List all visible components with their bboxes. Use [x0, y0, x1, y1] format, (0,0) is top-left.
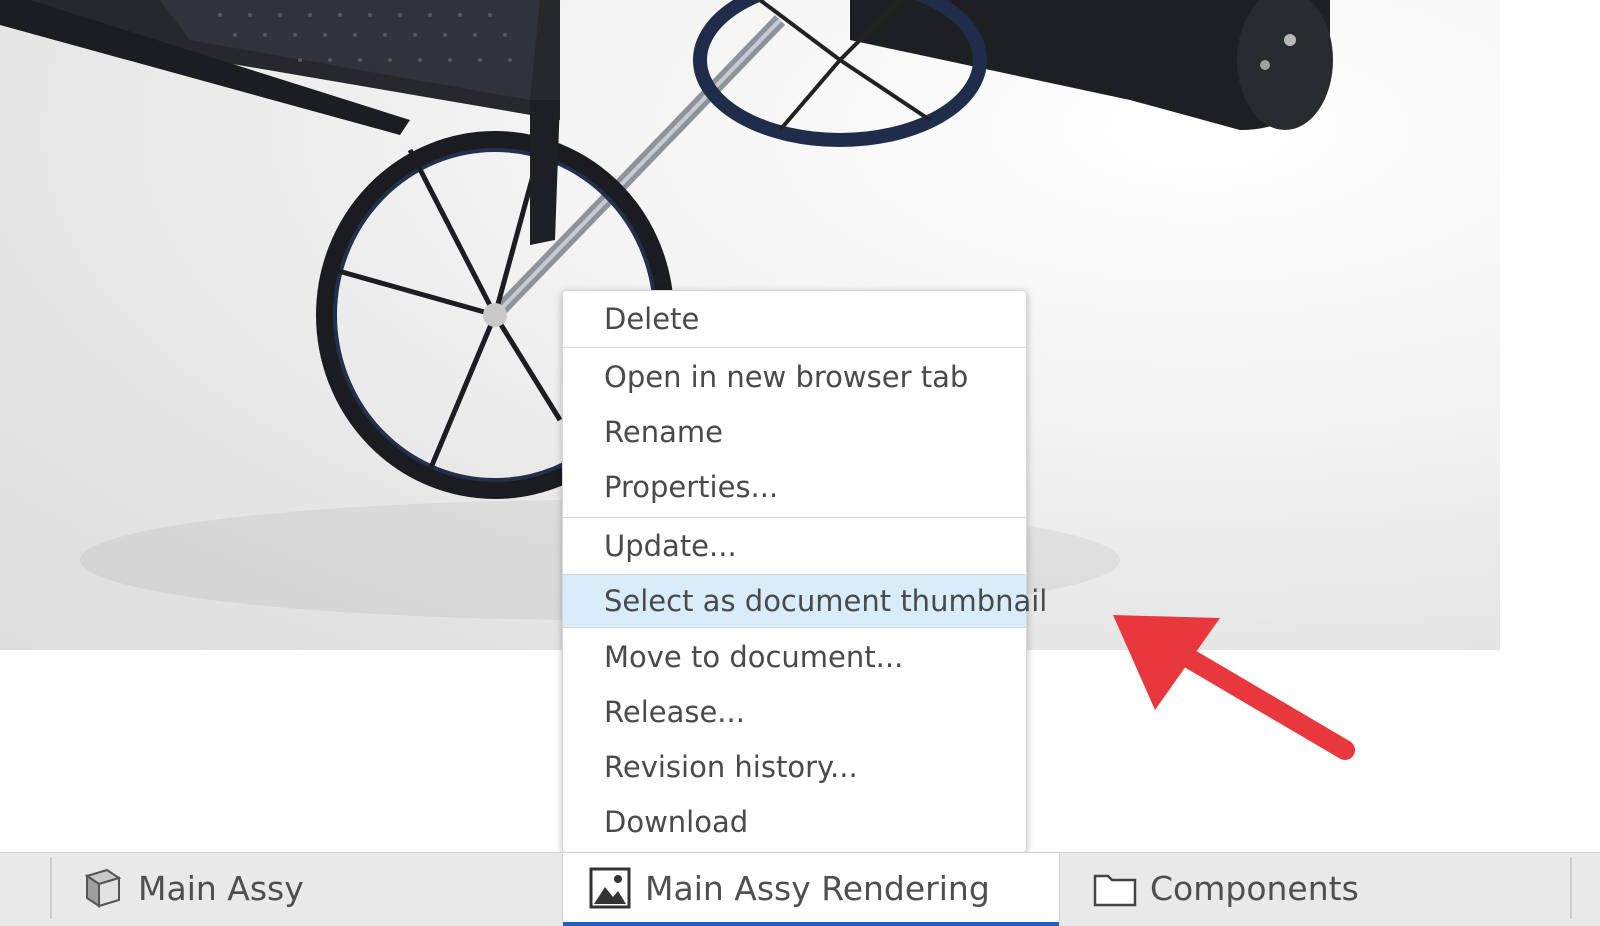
menu-item-properties[interactable]: Properties...	[563, 460, 1026, 515]
document-tab-bar: Main Assy Main Assy Rendering Components	[0, 852, 1600, 926]
folder-icon	[1092, 865, 1138, 911]
menu-group-thumbnail: Select as document thumbnail	[563, 575, 1047, 628]
menu-item-revision-history[interactable]: Revision history...	[563, 740, 1026, 795]
tab-main-assy-rendering[interactable]: Main Assy Rendering	[562, 853, 1060, 926]
menu-group-delete: Delete	[563, 291, 1026, 348]
menu-item-move-to-document[interactable]: Move to document...	[563, 630, 1026, 685]
tab-main-assy-label: Main Assy	[138, 868, 304, 908]
viewport: Delete Open in new browser tab Rename Pr…	[0, 0, 1600, 926]
menu-item-update[interactable]: Update...	[563, 520, 1026, 572]
tab-main-assy[interactable]: Main Assy	[80, 853, 550, 923]
menu-item-rename[interactable]: Rename	[563, 405, 1026, 460]
menu-item-select-as-document-thumbnail[interactable]: Select as document thumbnail	[563, 575, 1047, 627]
tab-main-assy-rendering-label: Main Assy Rendering	[645, 868, 990, 908]
menu-item-delete[interactable]: Delete	[563, 293, 1026, 345]
menu-item-download[interactable]: Download	[563, 795, 1026, 850]
menu-group-open: Open in new browser tab Rename Propertie…	[563, 348, 1026, 518]
menu-item-open-in-new-browser-tab[interactable]: Open in new browser tab	[563, 350, 1026, 405]
tab-components-label: Components	[1150, 868, 1359, 908]
part-studio-cube-icon	[80, 865, 126, 911]
tab-context-menu: Delete Open in new browser tab Rename Pr…	[562, 290, 1047, 853]
tab-components[interactable]: Components	[1092, 853, 1552, 923]
menu-group-update: Update...	[563, 518, 1026, 575]
image-icon	[587, 865, 633, 911]
tab-separator	[50, 857, 52, 919]
tab-separator	[1570, 857, 1572, 919]
annotation-arrow-icon	[1113, 615, 1355, 760]
menu-group-document: Move to document... Release... Revision …	[563, 628, 1026, 852]
menu-item-release[interactable]: Release...	[563, 685, 1026, 740]
right-margin	[1500, 0, 1600, 650]
